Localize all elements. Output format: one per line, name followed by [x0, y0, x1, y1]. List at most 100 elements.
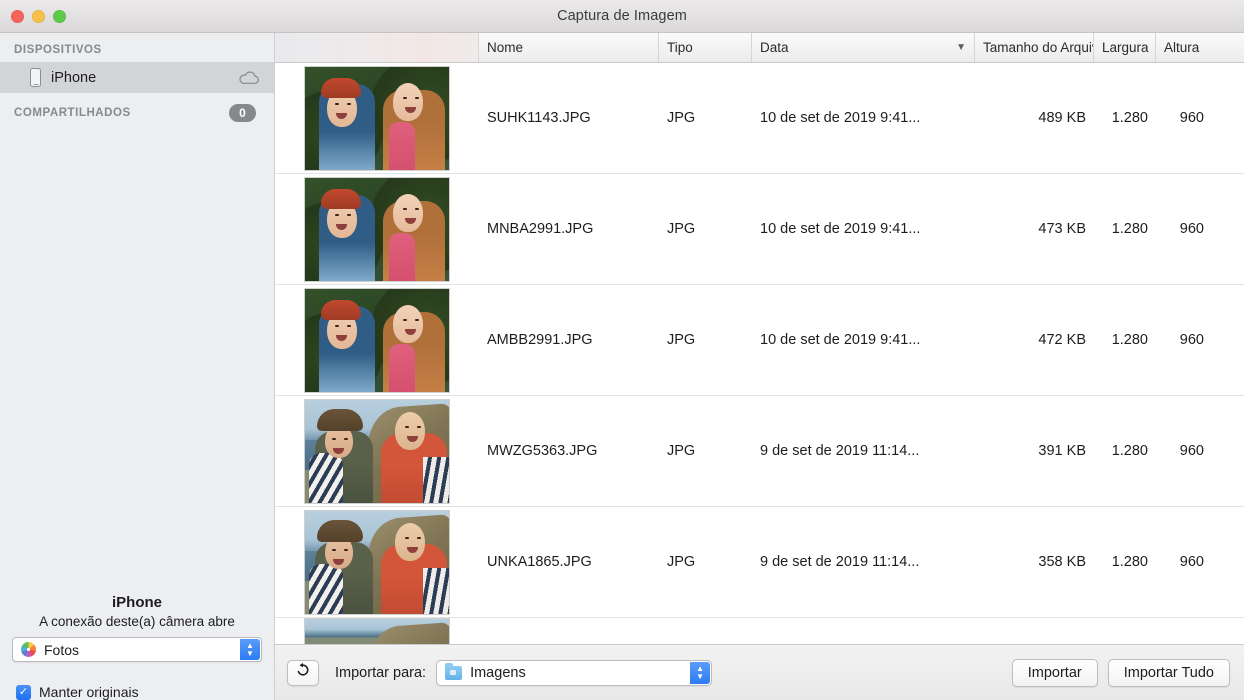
thumbnail-image: [304, 398, 450, 504]
connection-app-popup[interactable]: Fotos ▲ ▼: [12, 637, 262, 662]
column-header-name-label: Nome: [487, 40, 524, 55]
column-header-file-size[interactable]: Tamanho do Arquivo: [975, 33, 1094, 62]
rotate-left-icon: [295, 662, 311, 683]
thumbnail-image: [304, 176, 450, 282]
row-width: 1.280: [1111, 110, 1148, 126]
row-thumbnail-cell: [275, 507, 479, 617]
chevron-down-icon: ▼: [246, 649, 254, 658]
column-header-height[interactable]: Altura: [1156, 33, 1212, 62]
table-row[interactable]: AMBB2991.JPG JPG 10 de set de 2019 9:41.…: [275, 285, 1244, 396]
row-date: 9 de set de 2019 11:14...: [760, 554, 920, 570]
column-header-height-label: Altura: [1164, 40, 1200, 55]
column-header-type-label: Tipo: [667, 40, 693, 55]
chevron-up-icon: ▲: [696, 664, 705, 673]
sidebar: DISPOSITIVOS iPhone COMPARTILHADOS 0 iPh…: [0, 33, 275, 700]
sidebar-section-devices: DISPOSITIVOS: [0, 33, 274, 62]
window-title: Captura de Imagem: [557, 8, 687, 24]
row-size: 358 KB: [1038, 554, 1086, 570]
close-button[interactable]: [11, 9, 24, 23]
title-bar: Captura de Imagem: [0, 0, 1244, 33]
thumbnail-image: [304, 618, 450, 644]
popup-stepper-icon[interactable]: ▲ ▼: [240, 639, 260, 660]
minimize-button[interactable]: [32, 9, 45, 23]
table-row[interactable]: SUHK1143.JPG JPG 10 de set de 2019 9:41.…: [275, 63, 1244, 174]
folder-icon: [445, 662, 463, 680]
shared-count-badge: 0: [229, 104, 256, 122]
table-row[interactable]: MNBA2991.JPG JPG 10 de set de 2019 9:41.…: [275, 174, 1244, 285]
sidebar-section-shared: COMPARTILHADOS 0: [0, 93, 274, 128]
row-type: JPG: [667, 554, 696, 570]
row-width: 1.280: [1111, 443, 1148, 459]
row-thumbnail-cell: [275, 285, 479, 395]
row-thumbnail-cell: [275, 396, 479, 506]
sidebar-item-iphone[interactable]: iPhone: [0, 62, 274, 93]
window-controls: [11, 0, 66, 32]
destination-stepper-icon[interactable]: ▲ ▼: [690, 661, 711, 684]
device-name: iPhone: [111, 594, 162, 611]
destination-value: Imagens: [470, 664, 526, 681]
row-size: 473 KB: [1038, 221, 1086, 237]
table-header: Nome Tipo Data ▼ Tamanho do Arquivo Larg…: [275, 33, 1244, 63]
thumbnail-image: [304, 287, 450, 393]
row-type: JPG: [667, 443, 696, 459]
row-name: AMBB2991.JPG: [487, 332, 593, 348]
connection-app-value: Fotos: [44, 641, 80, 658]
import-to-label: Importar para:: [335, 664, 427, 681]
row-name: MWZG5363.JPG: [487, 443, 598, 459]
row-date: 9 de set de 2019 11:14...: [760, 443, 920, 459]
sidebar-device-info: iPhone A conexão deste(a) câmera abre Fo…: [0, 594, 274, 700]
row-type: JPG: [667, 332, 696, 348]
chevron-up-icon: ▲: [246, 641, 254, 650]
row-thumbnail-cell: [275, 174, 479, 284]
column-header-type[interactable]: Tipo: [659, 33, 752, 62]
file-list[interactable]: SUHK1143.JPG JPG 10 de set de 2019 9:41.…: [275, 63, 1244, 644]
keep-originals-checkbox[interactable]: ✓: [16, 684, 31, 700]
row-height: 960: [1179, 221, 1204, 237]
column-header-width[interactable]: Largura: [1094, 33, 1156, 62]
sidebar-item-iphone-label: iPhone: [51, 69, 97, 86]
row-width: 1.280: [1111, 554, 1148, 570]
import-button[interactable]: Importar: [1011, 658, 1098, 687]
row-name: MNBA2991.JPG: [487, 221, 594, 237]
row-height: 960: [1179, 554, 1204, 570]
row-size: 489 KB: [1038, 110, 1086, 126]
table-row[interactable]: UNKA1865.JPG JPG 9 de set de 2019 11:14.…: [275, 507, 1244, 618]
row-name: UNKA1865.JPG: [487, 554, 592, 570]
column-header-width-label: Largura: [1102, 40, 1149, 55]
row-width: 1.280: [1111, 221, 1148, 237]
content-pane: Nome Tipo Data ▼ Tamanho do Arquivo Larg…: [275, 33, 1244, 700]
thumbnail-image: [304, 509, 450, 615]
column-header-name[interactable]: Nome: [479, 33, 659, 62]
row-height: 960: [1179, 443, 1204, 459]
keep-originals-row[interactable]: ✓ Manter originais: [12, 662, 262, 700]
chevron-down-icon: ▼: [956, 42, 966, 53]
row-type: JPG: [667, 110, 696, 126]
row-name: SUHK1143.JPG: [487, 110, 591, 126]
window-body: DISPOSITIVOS iPhone COMPARTILHADOS 0 iPh…: [0, 33, 1244, 700]
row-height: 960: [1179, 332, 1204, 348]
row-date: 10 de set de 2019 9:41...: [760, 332, 921, 348]
photos-app-icon: [21, 642, 36, 657]
chevron-down-icon: ▼: [696, 672, 705, 681]
row-size: 391 KB: [1038, 443, 1086, 459]
zoom-button[interactable]: [53, 9, 66, 23]
row-date: 10 de set de 2019 9:41...: [760, 221, 921, 237]
import-all-button[interactable]: Importar Tudo: [1107, 658, 1230, 687]
row-thumbnail-cell: [275, 618, 479, 644]
row-date: 10 de set de 2019 9:41...: [760, 110, 921, 126]
cloud-icon: [238, 70, 260, 85]
column-header-thumbnail[interactable]: [275, 33, 479, 62]
image-capture-window: Captura de Imagem DISPOSITIVOS iPhone CO…: [0, 0, 1244, 700]
row-height: 960: [1179, 110, 1204, 126]
column-header-date[interactable]: Data ▼: [752, 33, 975, 62]
row-type: JPG: [667, 221, 696, 237]
device-connection-description: A conexão deste(a) câmera abre: [39, 614, 235, 629]
rotate-left-button[interactable]: [287, 659, 319, 686]
destination-popup[interactable]: Imagens ▲ ▼: [436, 659, 713, 686]
table-row[interactable]: [275, 618, 1244, 644]
column-header-file-size-label: Tamanho do Arquivo: [983, 40, 1094, 55]
thumbnail-image: [304, 65, 450, 171]
row-thumbnail-cell: [275, 63, 479, 173]
table-row[interactable]: MWZG5363.JPG JPG 9 de set de 2019 11:14.…: [275, 396, 1244, 507]
sidebar-section-devices-label: DISPOSITIVOS: [14, 44, 102, 56]
